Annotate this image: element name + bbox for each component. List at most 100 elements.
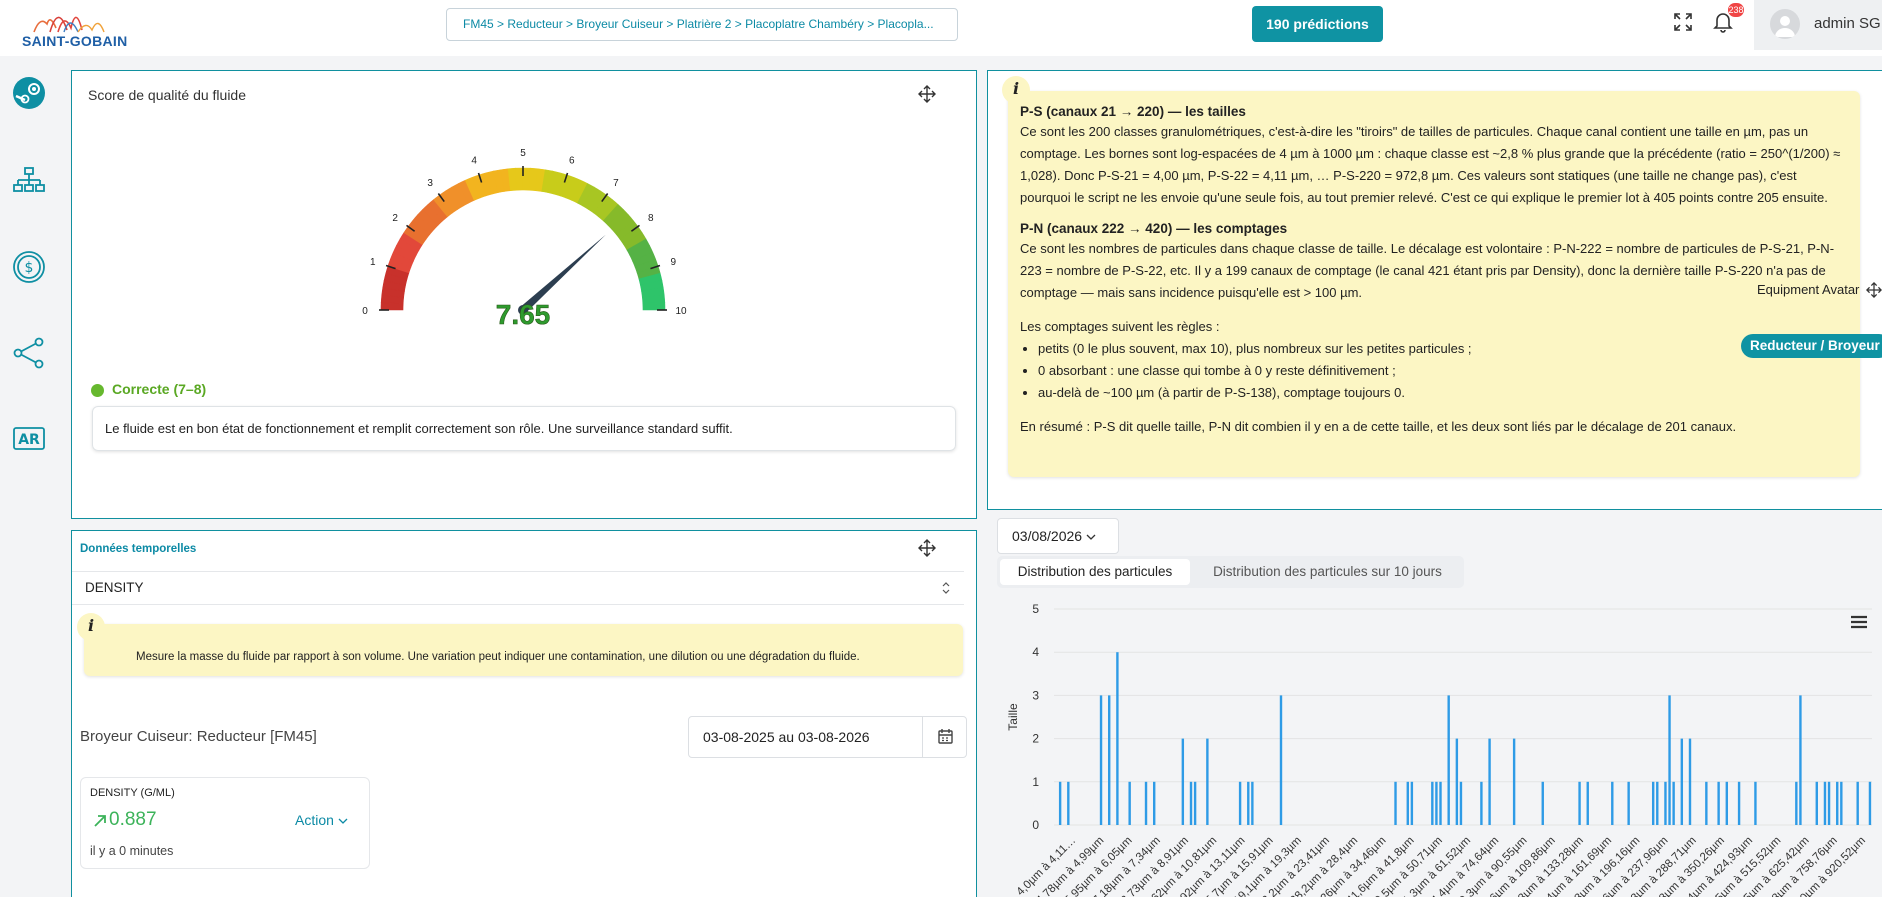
chart-bar bbox=[1836, 781, 1839, 825]
quality-gauge: 0 1 2 3 4 5 6 7 8 9 10 7.65 bbox=[362, 148, 687, 330]
y-tick-label: 3 bbox=[1032, 688, 1039, 702]
move-icon[interactable] bbox=[918, 539, 936, 557]
density-description: Mesure la masse du fluide par rapport à … bbox=[136, 651, 860, 663]
move-icon-overlay[interactable] bbox=[1866, 282, 1882, 300]
share-icon bbox=[13, 337, 44, 369]
density-card: DENSITY (G/ML) 0.887 Action il y a 0 min… bbox=[80, 777, 370, 869]
gauge-value: 7.65 bbox=[496, 299, 551, 330]
ps-text: Ce sont les 200 classes granulométriques… bbox=[1020, 124, 1841, 205]
breadcrumb[interactable]: FM45 > Reducteur > Broyeur Cuiseur > Pla… bbox=[446, 8, 958, 41]
tab-distribution-10-days[interactable]: Distribution des particules sur 10 jours bbox=[1195, 559, 1460, 585]
chart-bar bbox=[1823, 781, 1827, 825]
hierarchy-icon bbox=[13, 167, 45, 192]
chart-bar bbox=[1656, 781, 1659, 825]
ar-label: AR bbox=[18, 432, 40, 448]
chart-bar bbox=[1680, 738, 1684, 825]
status-label: Correcte (7–8) bbox=[112, 381, 207, 397]
y-tick-label: 0 bbox=[1032, 818, 1039, 832]
gauge-tick-label: 9 bbox=[670, 257, 676, 268]
chart-bar bbox=[1586, 781, 1589, 825]
date-range-picker[interactable]: 03-08-2025 au 03-08-2026 bbox=[688, 716, 967, 758]
chart-bar bbox=[1193, 781, 1197, 825]
fullscreen-icon[interactable] bbox=[1673, 12, 1693, 32]
chevron-down-icon bbox=[1086, 534, 1096, 540]
quality-panel-title: Score de qualité du fluide bbox=[88, 87, 246, 103]
chart-bar bbox=[1394, 781, 1397, 825]
gauge-tick-label: 3 bbox=[427, 178, 433, 189]
chart-bar bbox=[1651, 781, 1655, 825]
chart-bar bbox=[1067, 781, 1070, 825]
notification-badge: 238 bbox=[1728, 3, 1744, 17]
chart-bar bbox=[1737, 781, 1741, 825]
chart-bar bbox=[1664, 781, 1667, 825]
top-bar: SAINT-GOBAIN FM45 > Reducteur > Broyeur … bbox=[0, 0, 1882, 56]
chart-bar bbox=[1717, 781, 1720, 825]
info-icon: i bbox=[77, 613, 105, 641]
list-item: 0 absorbant : une classe qui tombe à 0 y… bbox=[1038, 360, 1848, 382]
chart-bar bbox=[1058, 781, 1062, 825]
info-icon: i bbox=[1002, 76, 1030, 104]
chart-bar bbox=[1238, 781, 1242, 825]
density-description-note: Mesure la masse du fluide par rapport à … bbox=[84, 624, 963, 676]
chart-bar bbox=[1488, 738, 1491, 825]
sidebar-item-ar[interactable]: AR bbox=[12, 422, 46, 456]
logo-text: SAINT-GOBAIN bbox=[22, 33, 128, 49]
chart-bar bbox=[1439, 781, 1442, 825]
rules-intro: Les comptages suivent les règles : bbox=[1020, 319, 1220, 334]
chart-bar bbox=[1189, 781, 1193, 825]
sidebar: $ AR bbox=[0, 56, 58, 897]
equipment-pill[interactable]: Reducteur / Broyeur Cuiseur bbox=[1741, 334, 1882, 358]
distribution-date: 03/08/2026 bbox=[1012, 528, 1083, 544]
gauge-tick-label: 8 bbox=[648, 213, 654, 224]
chart-bar bbox=[1206, 738, 1209, 825]
rules-list: petits (0 le plus souvent, max 10), plus… bbox=[1020, 338, 1848, 404]
distribution-date-picker[interactable]: 03/08/2026 bbox=[997, 518, 1119, 554]
summary-text: En résumé : P-S dit quelle taille, P-N d… bbox=[1020, 419, 1737, 434]
user-menu[interactable]: admin SG bbox=[1754, 0, 1882, 50]
move-icon[interactable] bbox=[918, 85, 936, 103]
chart-bar bbox=[1856, 781, 1859, 825]
chart-bar bbox=[1410, 781, 1414, 825]
chart-bar bbox=[1611, 781, 1614, 825]
sidebar-item-steam[interactable] bbox=[12, 76, 46, 110]
gauge-tick-label: 10 bbox=[675, 306, 687, 317]
chart-bar bbox=[1868, 781, 1872, 825]
ar-icon: AR bbox=[13, 427, 45, 450]
calendar-icon bbox=[938, 729, 953, 744]
last-updated: il y a 0 minutes bbox=[90, 844, 174, 858]
calendar-button[interactable] bbox=[922, 717, 966, 757]
list-item: petits (0 le plus souvent, max 10), plus… bbox=[1038, 338, 1848, 360]
chart-bar bbox=[1799, 695, 1802, 825]
chart-bar bbox=[1128, 781, 1131, 825]
info-note: P-S (canaux 21 → 220) — les tailles Ce s… bbox=[1008, 91, 1860, 477]
y-tick-label: 2 bbox=[1032, 732, 1039, 746]
metric-select[interactable]: DENSITY bbox=[72, 571, 964, 605]
steam-icon bbox=[13, 77, 45, 109]
chart-bar bbox=[1672, 781, 1675, 825]
predictions-button[interactable]: 190 prédictions bbox=[1252, 6, 1383, 42]
status-description: Le fluide est en bon état de fonctionnem… bbox=[92, 406, 956, 451]
chart-bar bbox=[1627, 781, 1630, 825]
sidebar-item-share[interactable] bbox=[12, 336, 46, 370]
chart-menu-icon[interactable] bbox=[1850, 614, 1868, 630]
action-dropdown[interactable]: Action bbox=[295, 812, 348, 828]
pn-title: P-N (canaux 222 → 420) — les comptages bbox=[1020, 221, 1288, 236]
list-item: au-delà de ~100 µm (à partir de P-S-138)… bbox=[1038, 382, 1848, 404]
tab-distribution[interactable]: Distribution des particules bbox=[1000, 559, 1190, 585]
chart-bar bbox=[1116, 652, 1119, 825]
pn-text: Ce sont les nombres de particules dans c… bbox=[1020, 241, 1835, 300]
status-dot bbox=[91, 384, 104, 397]
chart-bar bbox=[1279, 695, 1283, 825]
ps-title: P-S (canaux 21 → 220) — les tailles bbox=[1020, 104, 1246, 119]
chart-bar bbox=[1435, 781, 1438, 825]
sidebar-item-costs[interactable]: $ bbox=[12, 250, 46, 284]
y-tick-label: 4 bbox=[1032, 645, 1039, 659]
user-name: admin SG bbox=[1814, 15, 1881, 32]
chart-bar bbox=[1455, 738, 1459, 825]
y-axis-label: Taille bbox=[1006, 703, 1020, 731]
date-range-value: 03-08-2025 au 03-08-2026 bbox=[703, 729, 870, 745]
chart-bar bbox=[1447, 695, 1450, 825]
sidebar-item-hierarchy[interactable] bbox=[12, 164, 46, 198]
gauge-segment bbox=[642, 302, 666, 311]
chart-bar bbox=[1541, 781, 1544, 825]
